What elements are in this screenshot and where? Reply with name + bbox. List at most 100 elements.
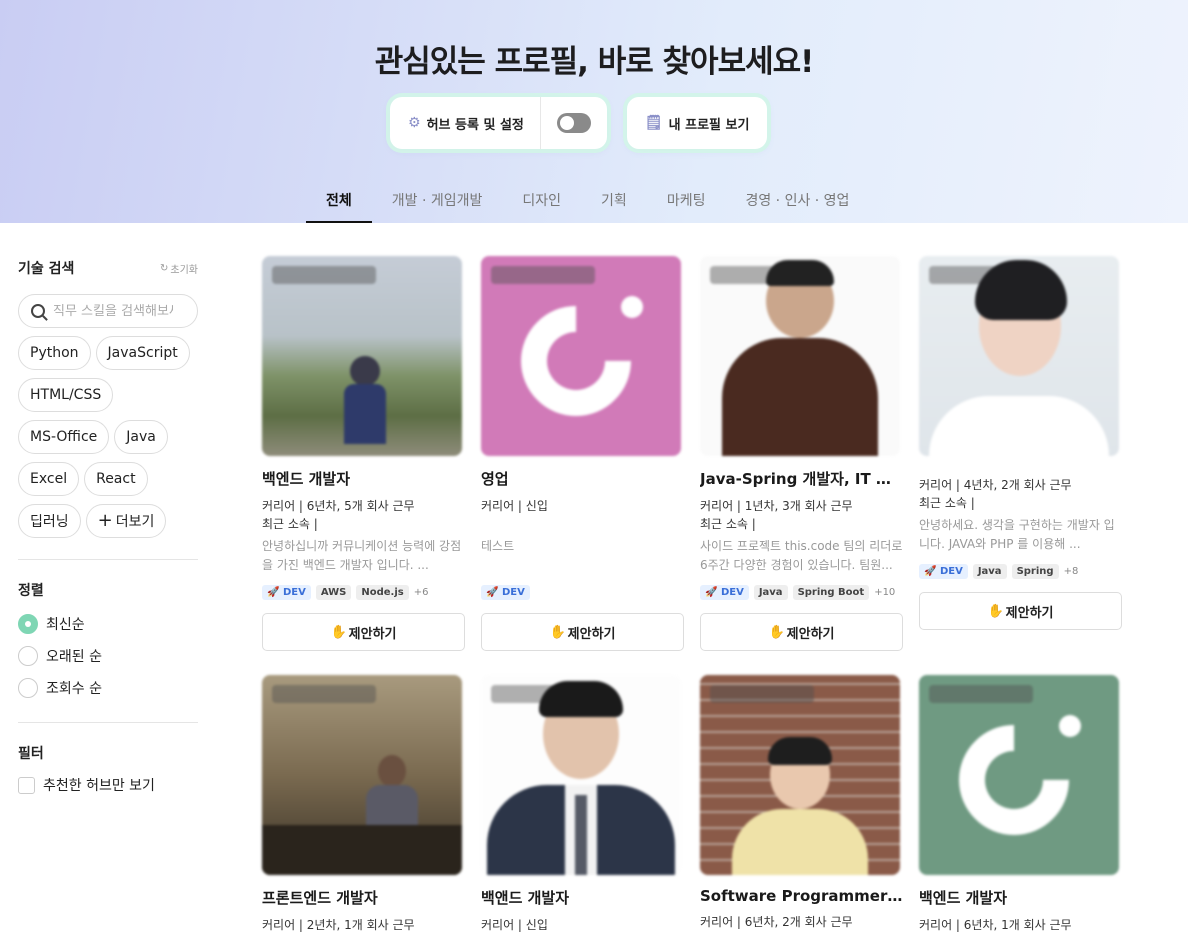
sort-option-oldest[interactable]: 오래된 순 (18, 640, 198, 672)
filter-sidebar: 기술 검색 ↻초기화 Python JavaScript HTML/CSS MS… (18, 258, 198, 795)
tab-marketing[interactable]: 마케팅 (647, 180, 726, 223)
card-tags: 🚀 DEV (481, 584, 684, 601)
skill-chip[interactable]: HTML/CSS (18, 378, 114, 412)
filter-title: 필터 (18, 746, 44, 762)
person-head (350, 356, 380, 386)
toggle-knob (559, 116, 574, 130)
offer-button[interactable]: ✋ 제안하기 (919, 592, 1122, 630)
sort-option-views[interactable]: 조회수 순 (18, 672, 198, 704)
more-tags-count: +8 (1063, 566, 1079, 577)
page-title: 관심있는 프로필, 바로 찾아보세요! (374, 44, 815, 80)
offer-button[interactable]: ✋ 제안하기 (481, 613, 684, 651)
offer-button[interactable]: ✋ 제안하기 (700, 613, 903, 651)
radio-icon (18, 646, 38, 666)
sort-label: 조회수 순 (46, 681, 102, 697)
reset-label: 초기화 (170, 264, 198, 276)
skill-tag: Node.js (356, 585, 409, 600)
card-career: 커리어 | 6년차, 2개 회사 근무 (700, 915, 853, 929)
my-profile-button[interactable]: 🗒 내 프로필 보기 (626, 97, 768, 149)
card-tags: 🚀 DEV Java Spring Boot +10 (700, 584, 903, 601)
profile-photo (700, 256, 900, 456)
skill-search-input[interactable] (53, 303, 173, 319)
card-title: Software Programmer / Backend Developer (700, 887, 903, 905)
more-skills-button[interactable]: + 더보기 (85, 504, 167, 538)
skill-chip[interactable]: JavaScript (95, 336, 190, 370)
sort-option-latest[interactable]: 최신순 (18, 608, 198, 640)
recommended-hub-filter[interactable]: 추천한 허브만 보기 (18, 775, 198, 795)
skill-chip[interactable]: MS-Office (18, 420, 110, 454)
card-career: 커리어 | 1년차, 3개 회사 근무 (700, 499, 853, 513)
rocket-icon: 🚀 (705, 587, 718, 598)
tag-label: DEV (720, 587, 744, 598)
rocket-icon: 🚀 (486, 587, 499, 598)
skill-search-title: 기술 검색 (18, 261, 75, 277)
skill-search-box (18, 294, 198, 328)
hero-banner: 관심있는 프로필, 바로 찾아보세요! ⚙ 허브 등록 및 설정 🗒 내 프로필… (0, 0, 1188, 223)
card-affiliation: 최근 소속 | (700, 517, 756, 531)
logo-dot (1059, 715, 1081, 737)
hub-toggle[interactable] (556, 113, 591, 133)
profile-photo (919, 256, 1119, 456)
profile-card[interactable]: 백앤드 개발자 커리어 | 신입 (481, 675, 684, 933)
card-title: 프론트엔드 개발자 (262, 889, 378, 907)
profile-card[interactable]: 영업 커리어 | 신입 테스트 🚀 DEV ✋ 제안하기 (481, 256, 684, 651)
skill-chip[interactable]: Java (114, 420, 168, 454)
more-tags-count: +10 (874, 587, 896, 598)
radio-selected-icon (18, 614, 38, 634)
card-description: 안녕하세요. 생각을 구현하는 개발자 입니다. JAVA와 PHP 를 이용해… (919, 518, 1115, 551)
tab-all[interactable]: 전체 (306, 180, 372, 223)
card-career: 커리어 | 신입 (481, 918, 548, 932)
skill-chip[interactable]: Python (18, 336, 91, 370)
profile-card[interactable]: 커리어 | 4년차, 2개 회사 근무 최근 소속 | 안녕하세요. 생각을 구… (919, 256, 1122, 630)
card-description: 테스트 (481, 539, 515, 553)
reset-button[interactable]: ↻ 초기화 (160, 261, 198, 276)
person-body (722, 338, 878, 456)
dev-tag: 🚀 DEV (481, 585, 530, 600)
photo-badge (272, 685, 376, 703)
profile-card[interactable]: 백엔드 개발자 커리어 | 6년차, 5개 회사 근무 최근 소속 | 안녕하십… (262, 256, 465, 651)
hub-settings-button[interactable]: ⚙ 허브 등록 및 설정 (390, 97, 540, 149)
card-career: 커리어 | 6년차, 5개 회사 근무 (262, 499, 415, 513)
card-career: 커리어 | 6년차, 1개 회사 근무 (919, 918, 1072, 932)
profile-photo (262, 256, 462, 456)
photo-badge (929, 685, 1033, 703)
profile-photo (481, 256, 681, 456)
dev-tag: 🚀 DEV (262, 585, 311, 600)
hub-settings-group: ⚙ 허브 등록 및 설정 (390, 97, 607, 149)
offer-button[interactable]: ✋ 제안하기 (262, 613, 465, 651)
skill-search-header: 기술 검색 ↻ 초기화 (18, 258, 198, 278)
tab-management[interactable]: 경영 · 인사 · 영업 (725, 180, 869, 223)
profile-card[interactable]: 백엔드 개발자 커리어 | 6년차, 1개 회사 근무 (919, 675, 1122, 933)
sort-label: 오래된 순 (46, 649, 102, 665)
skill-chips: Python JavaScript HTML/CSS MS-Office Jav… (18, 336, 203, 538)
dev-tag: 🚀 DEV (700, 585, 749, 600)
person-hair (768, 737, 832, 765)
rocket-icon: 🚀 (924, 566, 937, 577)
skill-tag: Java (753, 585, 788, 600)
profile-card[interactable]: Software Programmer / Backend Developer … (700, 675, 903, 931)
filter-label: 추천한 허브만 보기 (43, 778, 155, 794)
skill-chip[interactable]: 딥러닝 (18, 504, 81, 538)
skill-chip[interactable]: React (84, 462, 148, 496)
hub-settings-label: 허브 등록 및 설정 (426, 117, 524, 133)
card-title: 백앤드 개발자 (481, 889, 570, 907)
skill-chip[interactable]: Excel (18, 462, 80, 496)
offer-label: 제안하기 (567, 626, 616, 642)
card-career: 커리어 | 4년차, 2개 회사 근무 (919, 478, 1072, 492)
search-icon (31, 304, 45, 318)
profile-photo (481, 675, 681, 875)
refresh-icon: ↻ (160, 262, 169, 274)
tab-design[interactable]: 디자인 (502, 180, 581, 223)
card-description: 안녕하십니까 커뮤니케이션 능력에 강점을 가진 백엔드 개발자 입니다. ..… (262, 539, 462, 572)
checkbox[interactable] (18, 776, 35, 794)
tab-dev[interactable]: 개발 · 게임개발 (372, 180, 503, 223)
profile-photo (919, 675, 1119, 875)
card-title: 백엔드 개발자 (262, 470, 351, 488)
my-profile-label: 내 프로필 보기 (668, 117, 750, 133)
sort-label: 최신순 (46, 617, 85, 633)
offer-label: 제안하기 (348, 626, 397, 642)
profile-card[interactable]: Java-Spring 개발자, IT 인프라 엔지니어 커리어 | 1년차, … (700, 256, 903, 651)
tab-planning[interactable]: 기획 (581, 180, 647, 223)
profile-card[interactable]: 프론트엔드 개발자 커리어 | 2년차, 1개 회사 근무 (262, 675, 465, 933)
hero-actions: ⚙ 허브 등록 및 설정 🗒 내 프로필 보기 (390, 97, 768, 149)
